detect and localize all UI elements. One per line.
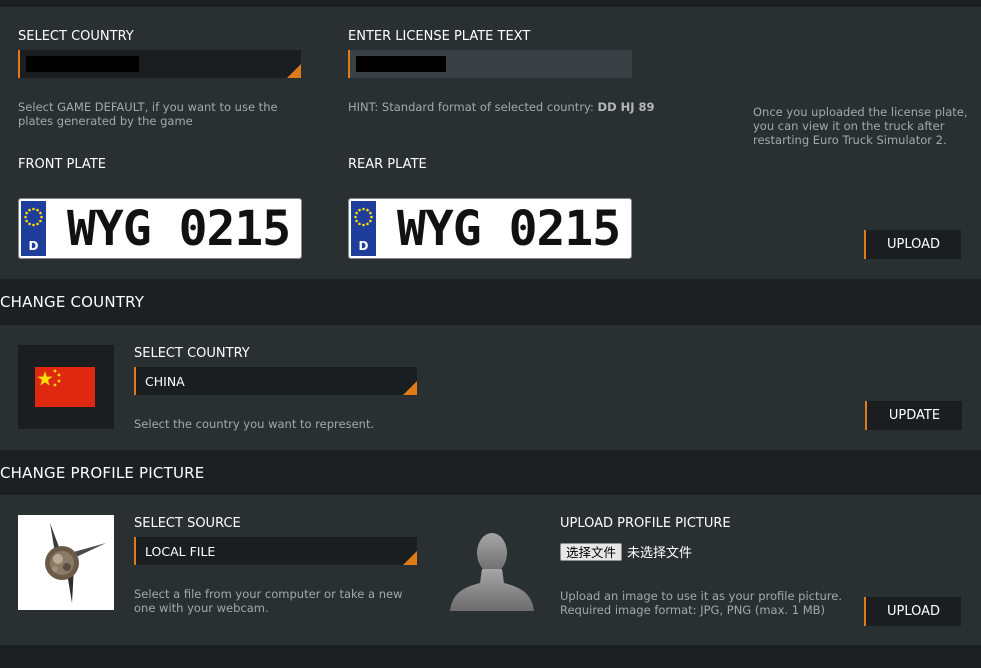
country-select-value: CHINA xyxy=(145,374,185,389)
plate-text-label: ENTER LICENSE PLATE TEXT xyxy=(348,29,531,44)
country-select[interactable]: CHINA xyxy=(134,367,417,395)
propeller-picture-icon xyxy=(45,523,106,603)
source-select[interactable]: LOCAL FILE xyxy=(134,537,417,565)
front-plate: D WYG 0215 xyxy=(18,198,302,259)
change-profile-picture-header: CHANGE PROFILE PICTURE xyxy=(0,450,981,495)
top-border xyxy=(0,0,981,7)
upload-profile-picture-label: UPLOAD PROFILE PICTURE xyxy=(560,516,731,531)
source-hint: Select a file from your computer or take… xyxy=(134,587,403,615)
format-hint-prefix: HINT: Standard format of selected countr… xyxy=(348,100,598,114)
source-select-value: LOCAL FILE xyxy=(145,544,216,559)
upload-info: Once you uploaded the license plate, you… xyxy=(753,105,968,147)
user-silhouette-icon xyxy=(450,533,534,611)
country-hint: Select the country you want to represent… xyxy=(134,417,375,431)
rear-plate: D WYG 0215 xyxy=(348,198,632,259)
eu-band: D xyxy=(21,201,46,256)
plate-text: WYG 0215 xyxy=(67,201,291,257)
license-plate-panel: SELECT COUNTRY Select GAME DEFAULT, if y… xyxy=(0,7,981,279)
profile-picture-panel: SELECT SOURCE LOCAL FILE Select a file f… xyxy=(0,495,981,645)
eu-stars-icon xyxy=(24,207,43,227)
no-file-chosen-text: 未选择文件 xyxy=(627,546,693,561)
dropdown-arrow-icon xyxy=(403,551,417,565)
current-profile-picture xyxy=(18,515,114,610)
redacted-value xyxy=(26,56,139,72)
dropdown-arrow-icon xyxy=(403,381,417,395)
china-flag-icon xyxy=(35,367,95,407)
plate-country-select[interactable] xyxy=(18,50,301,78)
file-input[interactable]: 选择文件 未选择文件 xyxy=(560,541,692,561)
dropdown-arrow-icon xyxy=(287,64,301,78)
upload-picture-hint: Upload an image to use it as your profil… xyxy=(560,589,842,617)
change-country-panel: SELECT COUNTRY CHINA Select the country … xyxy=(0,325,981,450)
change-country-header: CHANGE COUNTRY xyxy=(0,279,981,325)
section-title: CHANGE PROFILE PICTURE xyxy=(0,464,205,482)
plate-country-code: D xyxy=(358,239,369,253)
select-country-label: SELECT COUNTRY xyxy=(18,29,134,44)
section-title: CHANGE COUNTRY xyxy=(0,293,145,311)
upload-hint-line1: Upload an image to use it as your profil… xyxy=(560,589,842,603)
country-hint: Select GAME DEFAULT, if you want to use … xyxy=(18,100,278,128)
choose-file-button[interactable]: 选择文件 xyxy=(560,542,623,561)
update-country-button[interactable]: UPDATE xyxy=(865,401,962,430)
plate-text-input[interactable] xyxy=(348,50,632,78)
front-plate-label: FRONT PLATE xyxy=(18,157,106,172)
upload-picture-button[interactable]: UPLOAD xyxy=(864,597,961,626)
redacted-value xyxy=(356,56,446,72)
plate-text: WYG 0215 xyxy=(397,201,621,257)
upload-hint-line2: Required image format: JPG, PNG (max. 1 … xyxy=(560,603,825,617)
rear-plate-label: REAR PLATE xyxy=(348,157,427,172)
eu-band: D xyxy=(351,201,376,256)
select-country-label: SELECT COUNTRY xyxy=(134,346,250,361)
select-source-label: SELECT SOURCE xyxy=(134,516,241,531)
eu-stars-icon xyxy=(354,207,373,227)
flag-box xyxy=(18,345,114,429)
format-hint: HINT: Standard format of selected countr… xyxy=(348,100,678,114)
plate-country-code: D xyxy=(28,239,39,253)
upload-plate-button[interactable]: UPLOAD xyxy=(864,230,961,259)
format-hint-value: DD HJ 89 xyxy=(597,100,655,114)
